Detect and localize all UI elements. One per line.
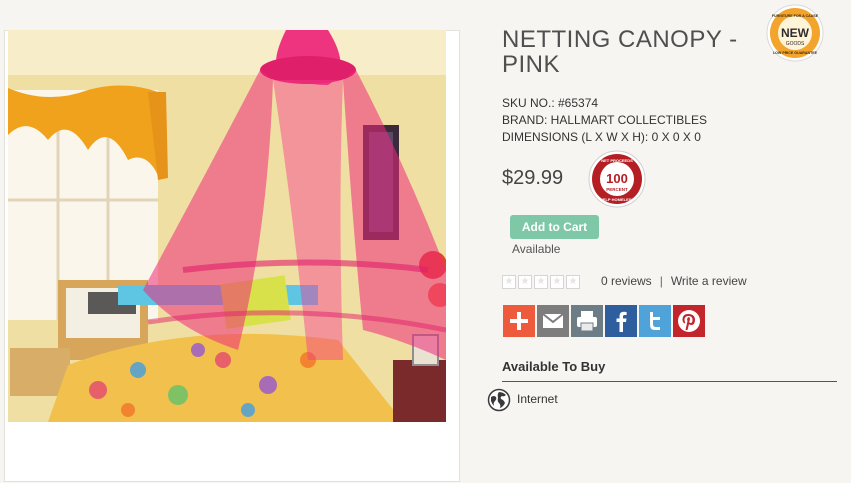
product-meta: SKU NO.: #65374 BRAND: HALLMART COLLECTI… — [502, 95, 707, 146]
print-icon — [571, 305, 603, 337]
channel-internet: Internet — [517, 392, 558, 406]
proceeds-badge: 100 PERCENT NET PROCEEDS HELP HOMELESS — [588, 150, 646, 208]
star-icon: ★ — [534, 275, 548, 289]
share-email-button[interactable] — [537, 305, 569, 337]
new-badge-main: NEW — [781, 26, 810, 40]
proceeds-badge-sub: PERCENT — [606, 187, 628, 192]
dimensions: DIMENSIONS (L X W X H): 0 X 0 X 0 — [502, 130, 701, 144]
new-goods-badge: NEW GOODS FURNITURE FOR A CAUSE LOW PRIC… — [766, 4, 824, 62]
add-to-cart-button[interactable]: Add to Cart — [510, 215, 599, 239]
share-add-button[interactable] — [503, 305, 535, 337]
reviews-row: 0 reviews | Write a review — [601, 274, 747, 288]
new-badge-bottom: LOW PRICE GUARANTEE — [773, 51, 818, 55]
globe-icon — [487, 388, 511, 412]
twitter-icon — [639, 305, 671, 337]
plus-icon — [503, 305, 535, 337]
star-icon: ★ — [566, 275, 580, 289]
proceeds-badge-bottom: HELP HOMELESS — [600, 197, 634, 202]
proceeds-badge-main: 100 — [606, 171, 628, 186]
brand-name: BRAND: HALLMART COLLECTIBLES — [502, 113, 707, 127]
share-buttons — [503, 305, 707, 337]
new-badge-top: FURNITURE FOR A CAUSE — [772, 14, 819, 18]
product-price: $29.99 — [502, 167, 564, 189]
share-twitter-button[interactable] — [639, 305, 671, 337]
share-print-button[interactable] — [571, 305, 603, 337]
email-icon — [537, 305, 569, 337]
sku-number: SKU NO.: #65374 — [502, 96, 599, 110]
share-facebook-button[interactable] — [605, 305, 637, 337]
star-icon: ★ — [502, 275, 516, 289]
section-divider — [502, 381, 837, 382]
pinterest-icon — [673, 305, 705, 337]
write-review-link[interactable]: Write a review — [671, 274, 747, 288]
new-badge-sub: GOODS — [786, 41, 805, 47]
availability-status: Available — [512, 242, 561, 256]
star-icon: ★ — [518, 275, 532, 289]
share-pinterest-button[interactable] — [673, 305, 705, 337]
reviews-count-link[interactable]: 0 reviews — [601, 274, 652, 288]
reviews-separator: | — [659, 274, 663, 288]
product-photo[interactable] — [8, 30, 446, 422]
proceeds-badge-top: NET PROCEEDS — [601, 158, 633, 163]
star-icon: ★ — [550, 275, 564, 289]
facebook-icon — [605, 305, 637, 337]
product-title: NETTING CANOPY - PINK — [502, 26, 738, 78]
available-to-buy-heading: Available To Buy — [502, 359, 606, 374]
star-rating[interactable]: ★ ★ ★ ★ ★ — [502, 275, 582, 289]
